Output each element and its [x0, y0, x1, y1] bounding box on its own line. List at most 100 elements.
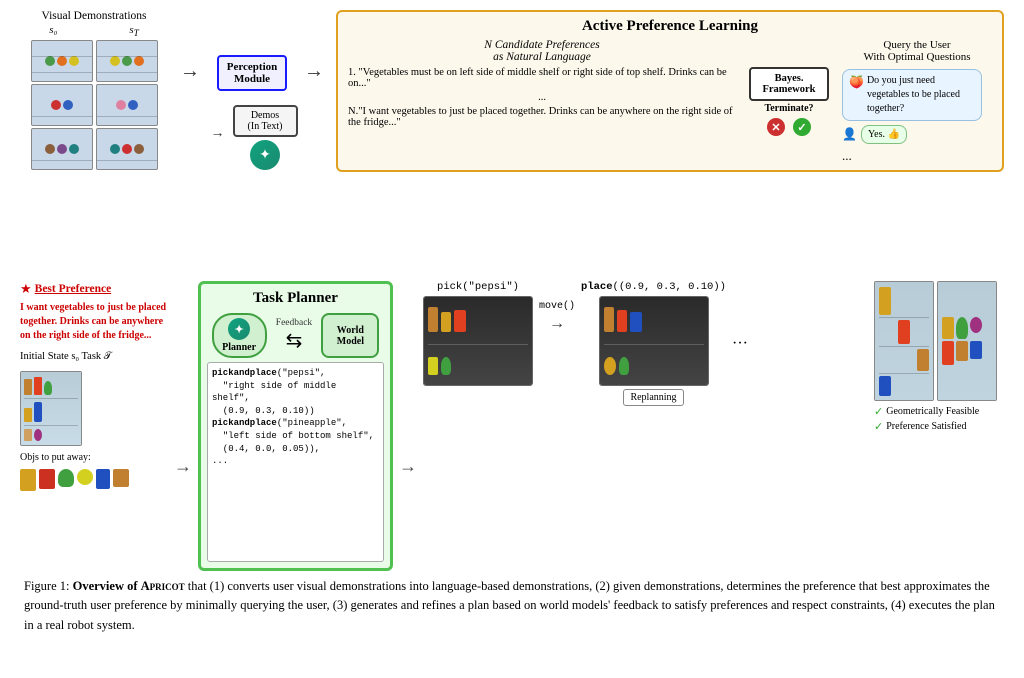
demos-label: Demos(In Text) — [241, 110, 290, 132]
item4 — [428, 357, 438, 375]
check-pref-icon: ✓ — [874, 420, 883, 433]
pick-fridge-row1 — [428, 307, 528, 332]
check-x-icons: ✕ ✓ — [767, 118, 811, 136]
shelf-divider2 — [604, 344, 704, 345]
x-icon: ✕ — [767, 118, 785, 136]
fridge-final-left — [874, 281, 934, 401]
place-fridge-interior — [600, 297, 708, 385]
code-args-5: "left side of bottom shelf", — [212, 431, 374, 441]
perception-label: PerceptionModule — [227, 61, 278, 85]
planner-world-row: ✦ Planner Feedback ⇆ World Model — [207, 313, 384, 358]
peach-icon: 🍑 — [849, 74, 864, 91]
move-label: move() — [539, 301, 575, 312]
code-args-2: "right side of middle shelf", — [212, 381, 336, 404]
chat-question-text: Do you just need vegetables to be placed… — [867, 74, 975, 116]
bayes-box: Bayes.Framework — [749, 67, 829, 101]
best-pref-header: ★ Best Preference — [20, 281, 168, 297]
best-pref-label: Best Preference — [35, 283, 112, 295]
star-icon: ★ — [20, 281, 32, 297]
apl-title: Active Preference Learning — [348, 18, 992, 35]
chat-answer-text: Yes. 👍 — [868, 129, 900, 140]
candidate-1-text: 1. "Vegetables must be on left side of m… — [348, 67, 736, 89]
bayes-section: Bayes.Framework Terminate? ✕ ✓ — [744, 39, 834, 164]
shelf-divider — [428, 344, 528, 345]
terminate-label: Terminate? — [764, 103, 813, 114]
item5 — [441, 357, 451, 375]
obj-drink — [96, 469, 110, 489]
pick-fridge-interior — [424, 297, 532, 385]
apl-content: N Candidate Preferencesas Natural Langua… — [348, 39, 992, 164]
bottle-item3 — [454, 310, 466, 332]
fridge-shelf-1 — [31, 40, 93, 82]
world-model-box: World Model — [321, 313, 379, 358]
state-sT: sT — [129, 24, 138, 38]
best-pref-section: ★ Best Preference I want vegetables to j… — [20, 281, 168, 571]
pick-action-col: pick("pepsi") — [423, 281, 533, 386]
place-action-col: place((0.9, 0.3, 0.10)) — [581, 281, 726, 406]
place-args: (0.9, 0.3, 0.10) — [619, 281, 720, 293]
placed-item3 — [630, 312, 642, 332]
candidate-dots: ... — [348, 92, 736, 103]
fridge-shelf-r1 — [96, 40, 158, 82]
feedback-column: Feedback ⇆ — [276, 318, 312, 353]
arrow-planner-to-robot: → — [399, 361, 417, 571]
fridge-shelf-3 — [31, 128, 93, 170]
place-fridge-row1 — [604, 307, 704, 332]
fridge-col-left — [31, 40, 93, 170]
feedback-label: Feedback — [276, 318, 312, 328]
pick-arg: pepsi — [475, 281, 507, 293]
placed-item1 — [604, 307, 614, 332]
move-col: move() → — [539, 301, 575, 333]
code-args-1: ("pepsi", — [277, 368, 326, 378]
user-response-row: 👤 Yes. 👍 — [842, 125, 907, 144]
arrow-demos-to-perception: → — [180, 60, 200, 83]
task-planner-section: Task Planner ✦ Planner Feedback ⇆ World … — [198, 281, 393, 571]
fridge-state-images — [20, 371, 168, 446]
obj-can — [39, 469, 55, 489]
geo-feasible-item: ✓ Geometrically Feasible — [874, 405, 1004, 418]
caption: Figure 1: Overview of Apricot that (1) c… — [20, 577, 1004, 635]
arrow-perception-demos: → — [211, 126, 225, 142]
bottle-item — [428, 307, 438, 332]
top-section: Visual Demonstrations s₀ sT — [20, 10, 1004, 275]
pref-satisfied-label: Preference Satisfied — [886, 421, 966, 432]
bottom-section: ★ Best Preference I want vegetables to j… — [20, 281, 1004, 571]
check-icon: ✓ — [793, 118, 811, 136]
dots-more: ··· — [732, 335, 748, 353]
obj-fruit2 — [77, 469, 93, 485]
world-model-label: World Model — [323, 325, 377, 347]
pick-fridge-row2 — [428, 357, 528, 375]
chat-bubble-question: 🍑 Do you just need vegetables to be plac… — [842, 69, 982, 121]
pref-satisfied-item: ✓ Preference Satisfied — [874, 420, 1004, 433]
caption-bold: Overview of — [73, 579, 141, 593]
fridge-shelf-r2 — [96, 84, 158, 126]
geo-feasible-label: Geometrically Feasible — [886, 406, 979, 417]
candidates-title: N Candidate Preferencesas Natural Langua… — [348, 39, 736, 63]
place-label: place((0.9, 0.3, 0.10)) — [581, 281, 726, 293]
move-arrow: → — [549, 315, 565, 333]
place-robot-photo — [599, 296, 709, 386]
main-container: Visual Demonstrations s₀ sT — [0, 0, 1024, 678]
caption-prefix: Figure 1: — [24, 579, 73, 593]
apl-box: Active Preference Learning N Candidate P… — [336, 10, 1004, 172]
fridge-state-left — [20, 371, 82, 446]
fridge-shelf-2 — [31, 84, 93, 126]
objs-images — [20, 469, 168, 491]
objs-label: Objs to put away: — [20, 452, 168, 463]
query-title: Query the UserWith Optimal Questions — [842, 39, 992, 63]
initial-state-label: Initial State s₀ Task 𝒯 — [20, 351, 168, 363]
perception-module: PerceptionModule → Demos(In Text) ✦ — [212, 10, 292, 170]
placed-item2 — [617, 310, 627, 332]
demo-states: s₀ sT — [49, 24, 138, 38]
visual-demos-label: Visual Demonstrations — [41, 10, 146, 22]
final-fridge-section: ✓ Geometrically Feasible ✓ Preference Sa… — [874, 281, 1004, 571]
replanning-label: Replanning — [630, 392, 676, 403]
planner-gpt-icon: ✦ — [228, 318, 250, 340]
candidate-n-text: N."I want vegetables to just be placed t… — [348, 106, 736, 128]
code-args-6: (0.4, 0.0, 0.05)), — [212, 444, 320, 454]
code-pickandplace-1: pickandplace — [212, 368, 277, 378]
visual-demos: Visual Demonstrations s₀ sT — [20, 10, 168, 170]
obj-bottle — [20, 469, 36, 491]
fridge-final-right — [937, 281, 997, 401]
chat-bubble-answer: Yes. 👍 — [861, 125, 907, 144]
